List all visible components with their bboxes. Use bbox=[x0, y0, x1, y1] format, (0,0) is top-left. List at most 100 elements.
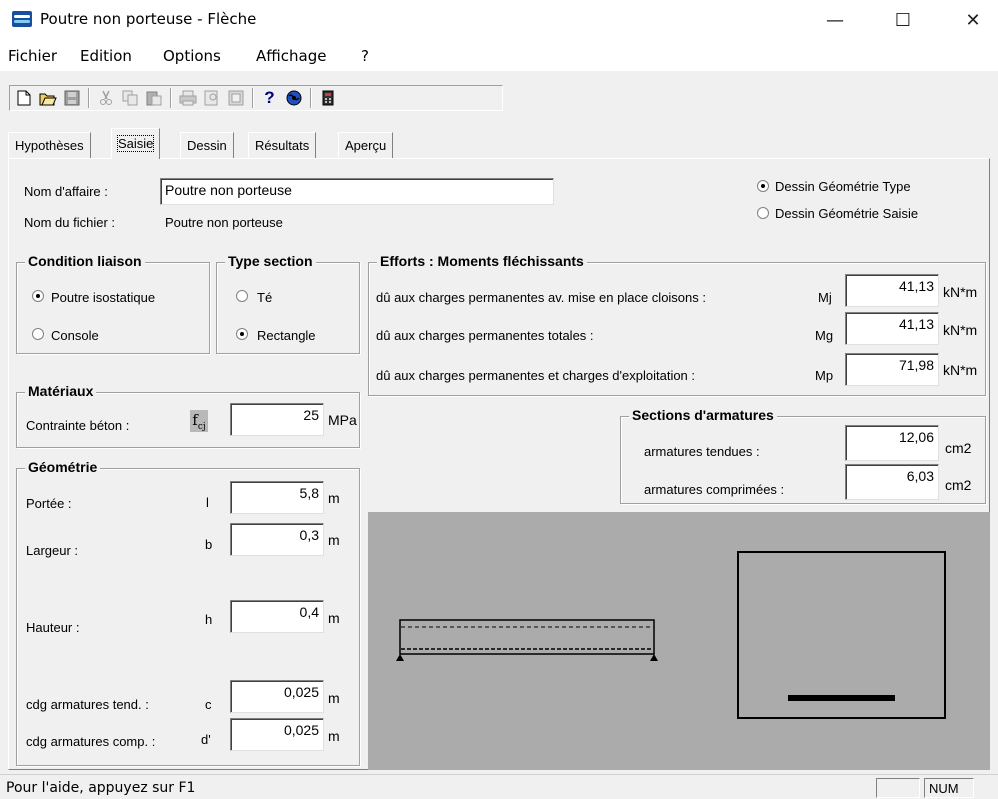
effort-mp-input[interactable]: 71,98 bbox=[845, 353, 939, 386]
portee-unit: m bbox=[328, 490, 340, 506]
tab-label: Aperçu bbox=[345, 138, 387, 153]
effort-mj-symbol: Mj bbox=[818, 290, 832, 305]
largeur-symbol: b bbox=[205, 537, 213, 552]
nom-affaire-label: Nom d'affaire : bbox=[24, 184, 108, 199]
largeur-label: Largeur : bbox=[26, 543, 79, 558]
menu-fichier[interactable]: Fichier bbox=[8, 47, 57, 65]
armatures-tendues-input[interactable]: 12,06 bbox=[845, 425, 939, 461]
largeur-unit: m bbox=[328, 532, 340, 548]
cdg-tend-symbol: c bbox=[205, 697, 212, 712]
app-icon bbox=[12, 11, 32, 27]
tab-dessin[interactable]: Dessin bbox=[180, 132, 234, 158]
tab-hypotheses[interactable]: Hypothèses bbox=[8, 132, 91, 158]
poutre-isostatique-radio[interactable] bbox=[32, 290, 44, 302]
nom-fichier-label: Nom du fichier : bbox=[24, 215, 116, 230]
effort-mj-unit: kN*m bbox=[943, 284, 978, 300]
hauteur-label: Hauteur : bbox=[26, 620, 80, 635]
effort-mp-symbol: Mp bbox=[815, 368, 834, 383]
effort-mg-label: dû aux charges permanentes totales : bbox=[376, 328, 594, 343]
efforts-title: Efforts : Moments fléchissants bbox=[377, 253, 587, 269]
cdg-comp-input[interactable]: 0,025 bbox=[230, 718, 324, 751]
armatures-tendues-unit: cm2 bbox=[945, 440, 972, 456]
console-label[interactable]: Console bbox=[51, 328, 99, 343]
cdg-tend-unit: m bbox=[328, 690, 340, 706]
menu-affichage[interactable]: Affichage bbox=[256, 47, 326, 65]
rebar-icon bbox=[788, 695, 895, 701]
effort-mp-label: dû aux charges permanentes et charges d'… bbox=[376, 368, 696, 383]
hauteur-input[interactable]: 0,4 bbox=[230, 600, 324, 633]
sections-armatures-title: Sections d'armatures bbox=[629, 407, 777, 423]
status-cell-empty bbox=[876, 778, 920, 798]
effort-mg-symbol: Mg bbox=[815, 328, 834, 343]
effort-mg-input[interactable]: 41,13 bbox=[845, 312, 939, 345]
hauteur-symbol: h bbox=[205, 612, 213, 627]
largeur-input[interactable]: 0,3 bbox=[230, 523, 324, 556]
open-folder-icon[interactable] bbox=[36, 87, 59, 109]
contrainte-beton-unit: MPa bbox=[328, 412, 357, 428]
toolbar-separator bbox=[88, 88, 90, 108]
save-icon[interactable] bbox=[60, 87, 83, 109]
toolbar-strip: ? bbox=[9, 85, 503, 111]
globe-icon[interactable] bbox=[282, 87, 305, 109]
cdg-comp-label: cdg armatures comp. : bbox=[26, 734, 156, 749]
nom-fichier-value: Poutre non porteuse bbox=[165, 215, 283, 230]
portee-symbol: l bbox=[206, 495, 209, 510]
rectangle-radio[interactable] bbox=[236, 328, 248, 340]
portee-label: Portée : bbox=[26, 496, 72, 511]
close-button[interactable]: ✕ bbox=[950, 0, 996, 40]
contrainte-beton-input[interactable]: 25 bbox=[230, 403, 324, 436]
support-left-icon bbox=[396, 654, 404, 661]
cut-icon[interactable] bbox=[94, 87, 117, 109]
copy-icon[interactable] bbox=[118, 87, 141, 109]
status-bar: Pour l'aide, appuyez sur F1 NUM bbox=[0, 774, 998, 799]
cdg-comp-symbol: d' bbox=[201, 732, 211, 747]
te-radio[interactable] bbox=[236, 290, 248, 302]
menu-options[interactable]: Options bbox=[163, 47, 221, 65]
effort-mj-input[interactable]: 41,13 bbox=[845, 274, 939, 307]
materiaux-title: Matériaux bbox=[25, 383, 97, 399]
maximize-button[interactable]: ☐ bbox=[880, 0, 926, 40]
menu-edition[interactable]: Edition bbox=[80, 47, 132, 65]
dessin-saisie-label[interactable]: Dessin Géométrie Saisie bbox=[775, 206, 918, 221]
fcj-symbol-icon: fcj bbox=[190, 410, 208, 432]
dessin-saisie-radio[interactable] bbox=[757, 207, 769, 219]
armatures-tendues-label: armatures tendues : bbox=[644, 444, 760, 459]
tab-saisie[interactable]: Saisie bbox=[111, 128, 161, 159]
print-icon[interactable] bbox=[176, 87, 199, 109]
print-preview-icon[interactable] bbox=[200, 87, 223, 109]
toolbar-separator bbox=[310, 88, 312, 108]
minimize-button[interactable]: — bbox=[812, 0, 858, 40]
calculator-icon[interactable] bbox=[316, 87, 339, 109]
dessin-type-label[interactable]: Dessin Géométrie Type bbox=[775, 179, 911, 194]
beam-drawing bbox=[396, 551, 946, 719]
hauteur-unit: m bbox=[328, 610, 340, 626]
paste-icon[interactable] bbox=[142, 87, 165, 109]
armatures-comprimees-input[interactable]: 6,03 bbox=[845, 464, 939, 500]
effort-mp-unit: kN*m bbox=[943, 362, 978, 378]
toolbar-separator bbox=[252, 88, 254, 108]
status-text: Pour l'aide, appuyez sur F1 bbox=[6, 780, 196, 796]
menu-help[interactable]: ? bbox=[361, 47, 369, 65]
support-right-icon bbox=[650, 654, 658, 661]
help-icon[interactable]: ? bbox=[258, 87, 281, 109]
portee-input[interactable]: 5,8 bbox=[230, 481, 324, 514]
armatures-comprimees-label: armatures comprimées : bbox=[644, 482, 785, 497]
cdg-tend-input[interactable]: 0,025 bbox=[230, 680, 324, 713]
new-file-icon[interactable] bbox=[12, 87, 35, 109]
dessin-type-radio[interactable] bbox=[757, 180, 769, 192]
poutre-isostatique-label[interactable]: Poutre isostatique bbox=[51, 290, 155, 305]
tab-apercu[interactable]: Aperçu bbox=[338, 132, 394, 158]
tab-label: Résultats bbox=[255, 138, 310, 153]
nom-affaire-input[interactable]: Poutre non porteuse bbox=[160, 178, 554, 205]
cdg-tend-label: cdg armatures tend. : bbox=[26, 697, 149, 712]
te-label[interactable]: Té bbox=[257, 290, 272, 305]
armatures-comprimees-unit: cm2 bbox=[945, 477, 972, 493]
rectangle-label[interactable]: Rectangle bbox=[257, 328, 316, 343]
cross-section bbox=[737, 551, 946, 719]
tab-resultats[interactable]: Résultats bbox=[248, 132, 317, 158]
menu-bar: Fichier Edition Options Affichage ? bbox=[0, 40, 998, 70]
page-setup-icon[interactable] bbox=[224, 87, 247, 109]
window-title: Poutre non porteuse - Flèche bbox=[40, 10, 257, 28]
tab-label: Hypothèses bbox=[15, 138, 84, 153]
console-radio[interactable] bbox=[32, 328, 44, 340]
